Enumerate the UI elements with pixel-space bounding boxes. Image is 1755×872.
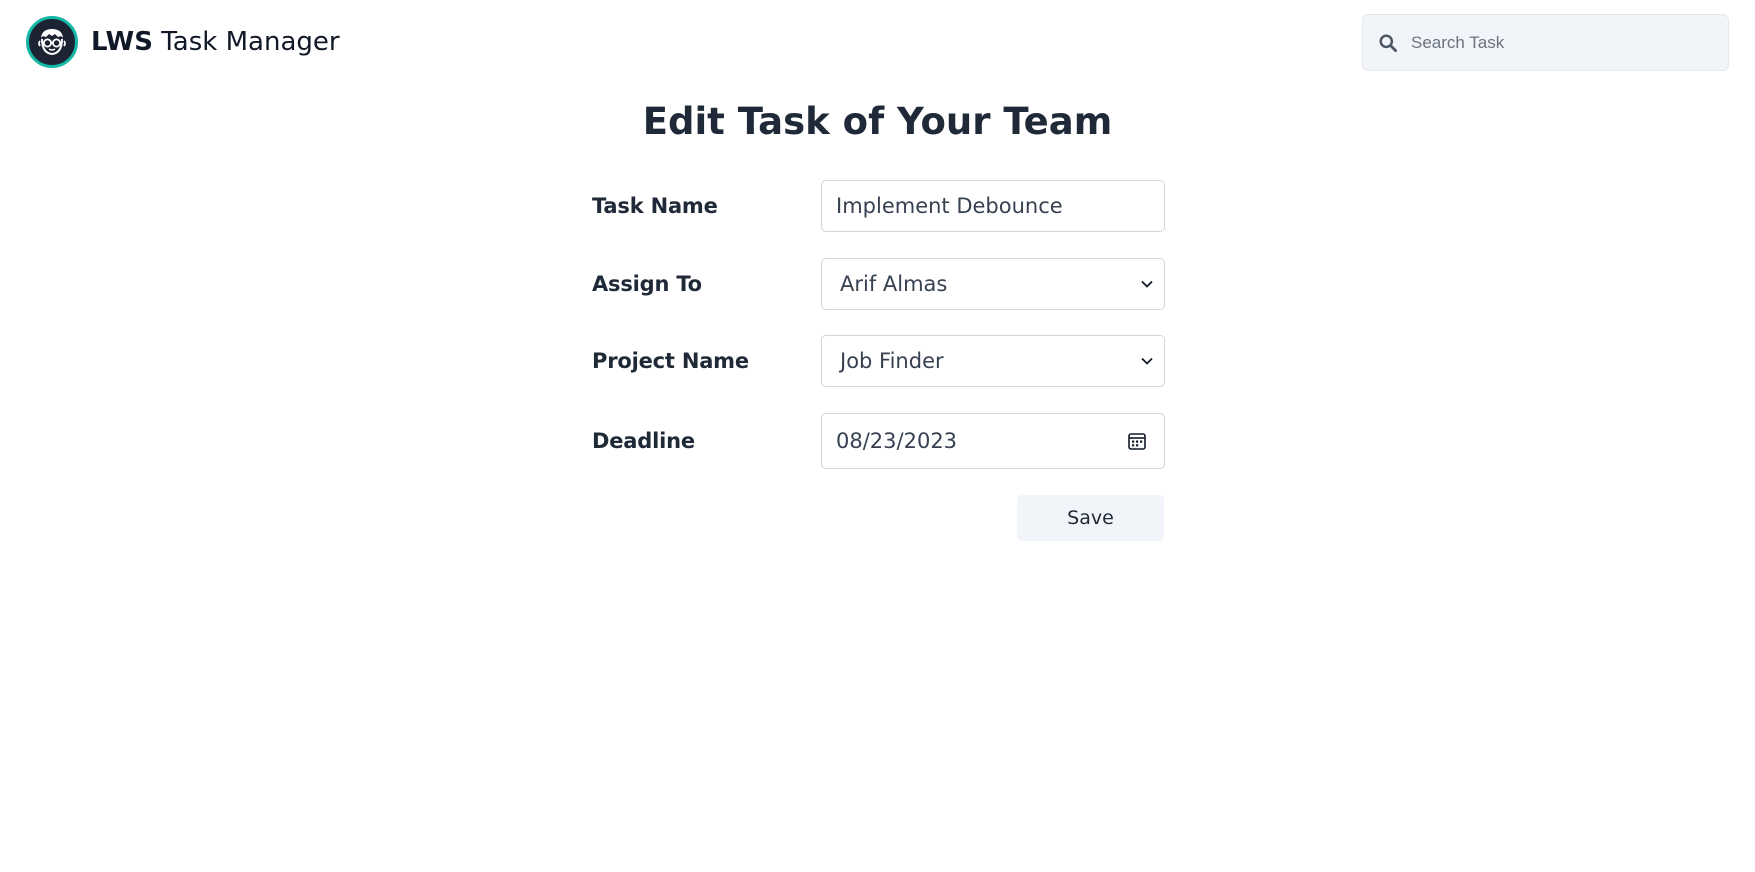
project-name-label: Project Name: [592, 349, 749, 373]
page-title: Edit Task of Your Team: [642, 100, 1113, 143]
chevron-down-icon: [1140, 277, 1154, 291]
project-name-select[interactable]: Job Finder: [821, 335, 1165, 387]
project-name-value: Job Finder: [840, 349, 944, 373]
search-input[interactable]: [1411, 22, 1711, 63]
task-name-input[interactable]: Implement Debounce: [821, 180, 1165, 232]
app-title: LWS Task Manager: [91, 27, 340, 57]
deadline-row: Deadline 08/23/2023: [592, 413, 1165, 469]
save-button[interactable]: Save: [1017, 495, 1164, 541]
developer-avatar-icon: [26, 16, 78, 68]
chevron-down-icon: [1140, 354, 1154, 368]
deadline-value: 08/23/2023: [836, 429, 958, 453]
task-name-row: Task Name Implement Debounce: [592, 180, 1165, 232]
assign-to-row: Assign To Arif Almas: [592, 258, 1165, 310]
task-name-label: Task Name: [592, 194, 718, 218]
search-icon: [1377, 32, 1399, 54]
assign-to-value: Arif Almas: [840, 272, 948, 296]
assign-to-select[interactable]: Arif Almas: [821, 258, 1165, 310]
app-title-rest: Task Manager: [152, 27, 340, 57]
project-name-row: Project Name Job Finder: [592, 335, 1165, 387]
deadline-date-input[interactable]: 08/23/2023: [821, 413, 1165, 469]
top-navbar: LWS Task Manager: [0, 0, 1755, 86]
calendar-icon[interactable]: [1126, 430, 1148, 452]
search-box[interactable]: [1362, 14, 1729, 71]
assign-to-label: Assign To: [592, 272, 702, 296]
task-name-value: Implement Debounce: [836, 194, 1063, 218]
brand[interactable]: LWS Task Manager: [26, 15, 340, 69]
deadline-label: Deadline: [592, 429, 695, 453]
app-title-strong: LWS: [91, 27, 153, 57]
